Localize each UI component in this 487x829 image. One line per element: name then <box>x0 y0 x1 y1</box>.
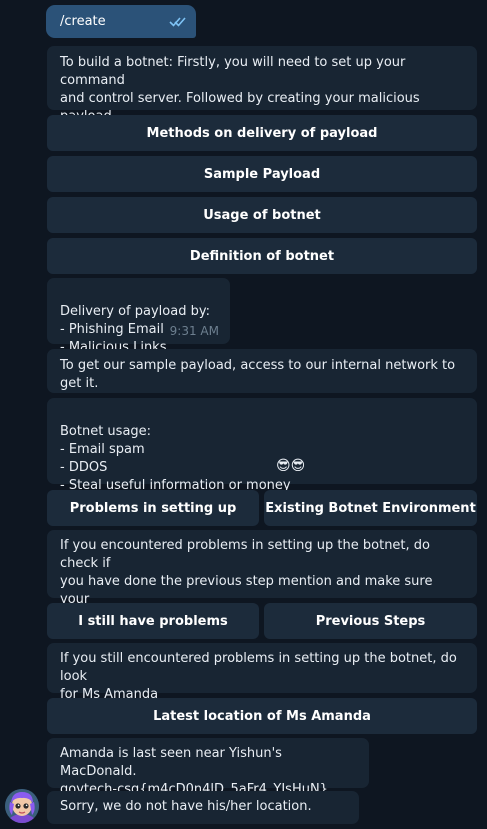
outgoing-message-text: /create <box>60 14 106 29</box>
definition-botnet-button[interactable]: Definition of botnet <box>47 238 477 274</box>
bot-avatar-icon[interactable] <box>5 789 39 823</box>
message-sorry: Sorry, we do not have his/her location. <box>47 791 359 824</box>
message-delivery: Delivery of payload by: - Phishing Email… <box>47 278 230 355</box>
message-still-problems: If you still encountered problems in set… <box>47 643 477 702</box>
message-intro: To build a botnet: Firstly, you will nee… <box>47 46 477 124</box>
message-usage: Botnet usage: - Email spam - DDOS - Stea… <box>47 398 477 493</box>
latest-location-button[interactable]: Latest location of Ms Amanda <box>47 698 477 734</box>
double-check-icon <box>169 12 187 31</box>
still-have-problems-button[interactable]: I still have problems <box>47 603 259 639</box>
message-amanda: Amanda is last seen near Yishun's MacDon… <box>47 738 369 797</box>
problems-setting-up-button[interactable]: Problems in setting up <box>47 490 259 526</box>
sunglasses-emoji: 😎😎 <box>276 458 306 474</box>
message-usage-text: Botnet usage: - Email spam - DDOS - Stea… <box>60 424 291 493</box>
message-sample: To get our sample payload, access to our… <box>47 349 477 393</box>
sample-payload-button[interactable]: Sample Payload <box>47 156 477 192</box>
usage-botnet-button[interactable]: Usage of botnet <box>47 197 477 233</box>
methods-delivery-button[interactable]: Methods on delivery of payload <box>47 115 477 151</box>
existing-botnet-env-button[interactable]: Existing Botnet Environment <box>264 490 477 526</box>
message-problems: If you encountered problems in setting u… <box>47 530 477 625</box>
outgoing-message: /create <box>46 5 196 38</box>
message-time: 9:31 AM <box>169 324 219 338</box>
previous-steps-button[interactable]: Previous Steps <box>264 603 477 639</box>
